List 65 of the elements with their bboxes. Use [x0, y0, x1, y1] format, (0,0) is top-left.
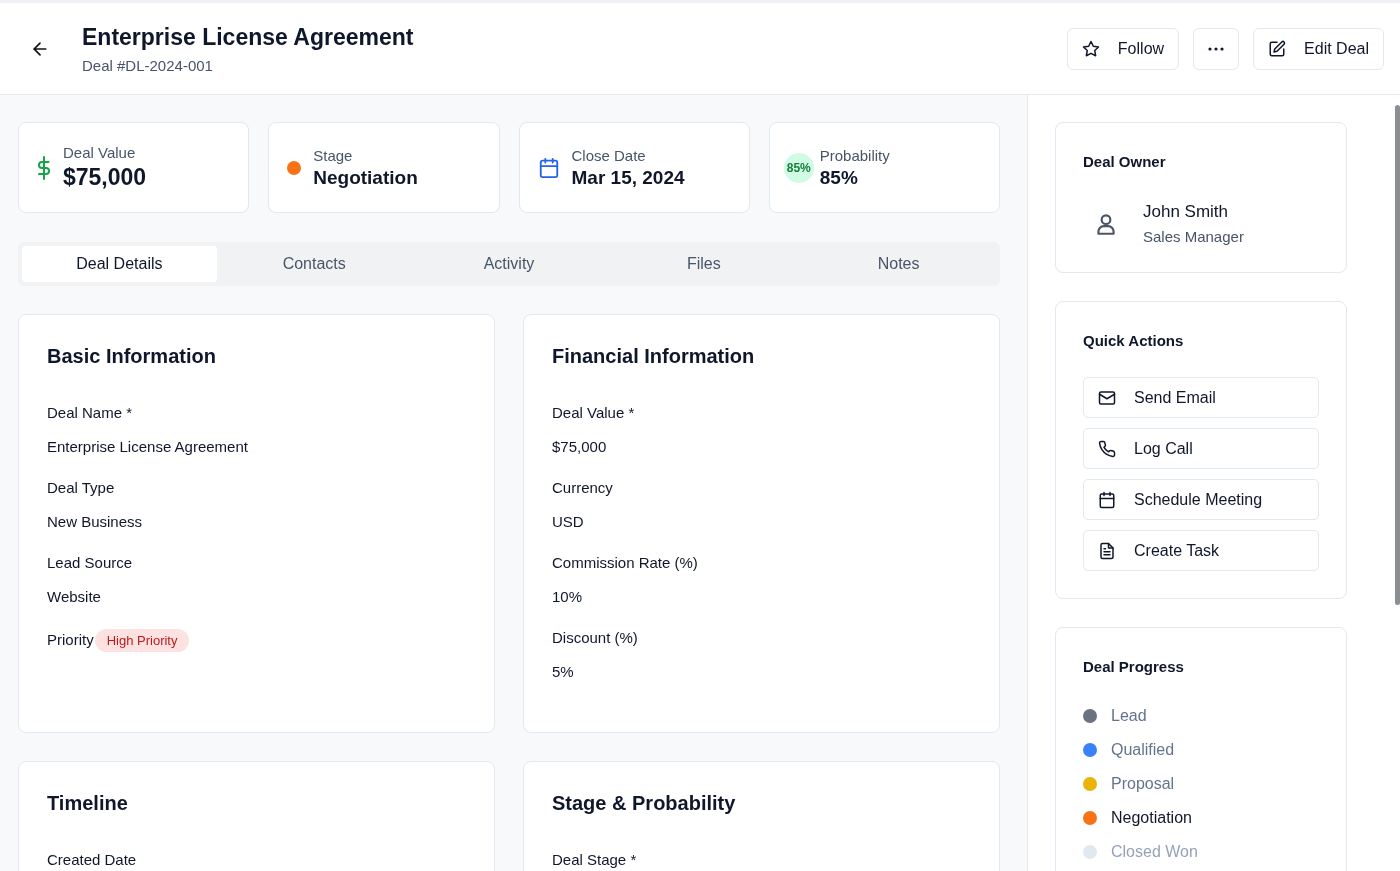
- field-label: Deal Stage *: [552, 851, 637, 868]
- tab[interactable]: Contacts: [216, 246, 412, 282]
- dollar-icon: [37, 155, 51, 180]
- action-button[interactable]: Create Task: [1083, 530, 1319, 571]
- owner-name: John Smith: [1143, 202, 1230, 222]
- action-button[interactable]: Send Email: [1083, 377, 1319, 418]
- tab[interactable]: Deal Details: [22, 246, 217, 282]
- edit-icon: [1268, 39, 1287, 58]
- calendar-icon: [537, 156, 560, 179]
- field-value: $75,000: [552, 438, 608, 455]
- section-title: Financial Information: [552, 345, 756, 368]
- stat-label: Close Date: [571, 146, 647, 164]
- field-label: Lead Source: [47, 554, 133, 571]
- stage-label: Proposal: [1111, 775, 1175, 793]
- action-button[interactable]: Log Call: [1083, 428, 1319, 469]
- field-label: Discount (%): [552, 629, 638, 646]
- follow-button[interactable]: Follow: [1066, 27, 1180, 70]
- stat-value: Mar 15, 2024: [571, 166, 685, 189]
- stage-label: Closed Won: [1111, 843, 1198, 861]
- stat-value: Negotiation: [313, 166, 418, 189]
- phone-icon: [1098, 439, 1116, 458]
- field-label: Created Date: [47, 851, 137, 868]
- calendar-icon: [1098, 490, 1116, 509]
- owner-role: Sales Manager: [1143, 228, 1244, 245]
- field-value: Enterprise License Agreement: [47, 438, 249, 455]
- stat-label: Probability: [819, 146, 890, 164]
- edit-button[interactable]: Edit Deal: [1253, 27, 1384, 70]
- field-value: USD: [552, 513, 585, 530]
- field-label: Currency: [552, 479, 613, 496]
- tab[interactable]: Files: [606, 246, 802, 282]
- tab[interactable]: Activity: [411, 246, 607, 282]
- star-icon: [1081, 39, 1100, 58]
- more-icon: [1208, 46, 1225, 51]
- field-label: Priority: [47, 631, 94, 648]
- deal-id: Deal #DL-2024-001: [82, 56, 214, 74]
- stat-label: Stage: [313, 146, 354, 164]
- field-value: Website: [47, 588, 102, 605]
- stat-value: 85%: [819, 166, 859, 189]
- field-value: New Business: [47, 513, 144, 530]
- card-title: Deal Owner: [1083, 153, 1167, 170]
- section-title: Basic Information: [47, 345, 217, 368]
- section-title: Stage & Probability: [552, 792, 737, 815]
- field-label: Deal Type: [47, 479, 115, 496]
- more-button[interactable]: [1193, 27, 1240, 70]
- action-button[interactable]: Schedule Meeting: [1083, 479, 1319, 520]
- stage-label: Negotiation: [1111, 809, 1192, 827]
- percent-badge: 85%: [783, 152, 814, 183]
- field-label: Deal Value *: [552, 404, 635, 421]
- document-icon: [1098, 541, 1116, 560]
- field-label: Commission Rate (%): [552, 554, 698, 571]
- mail-icon: [1098, 388, 1116, 407]
- tab[interactable]: Notes: [801, 246, 996, 282]
- card-title: Deal Progress: [1083, 658, 1185, 675]
- scrollbar[interactable]: [1395, 105, 1400, 605]
- section-title: Timeline: [47, 792, 129, 815]
- field-value: 5%: [552, 663, 575, 680]
- card-title: Quick Actions: [1083, 332, 1185, 349]
- page-title: Enterprise License Agreement: [82, 23, 415, 51]
- field-value: 10%: [552, 588, 584, 605]
- field-label: Deal Name *: [47, 404, 133, 421]
- stat-value: $75,000: [63, 164, 147, 191]
- priority-tag: High Priority: [94, 629, 190, 652]
- stat-label: Deal Value: [63, 144, 137, 161]
- stage-label: Lead: [1111, 707, 1147, 725]
- stage-label: Qualified: [1111, 741, 1175, 759]
